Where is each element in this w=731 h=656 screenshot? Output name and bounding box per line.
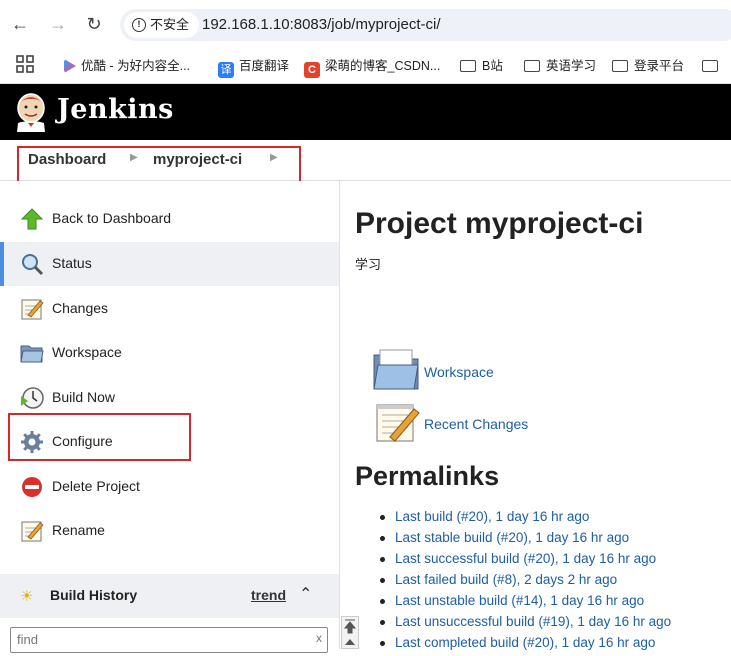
bookmark-label: 百度翻译 bbox=[239, 59, 290, 73]
page-title: Project myproject-ci bbox=[355, 207, 644, 240]
permalinks-title: Permalinks bbox=[355, 461, 500, 491]
youku-icon bbox=[64, 59, 76, 73]
workspace-link[interactable]: Workspace bbox=[424, 364, 494, 380]
sidebar-item-status[interactable]: Status bbox=[0, 242, 339, 286]
sidebar-item-label: Status bbox=[52, 255, 92, 271]
folder-icon bbox=[612, 60, 628, 72]
bookmark-label: 优酷 - 为好内容全... bbox=[81, 59, 191, 73]
clear-icon[interactable]: x bbox=[316, 631, 322, 645]
annotation-box-configure bbox=[8, 413, 191, 461]
address-bar[interactable]: ! 不安全 192.168.1.10:8083/job/myproject-ci… bbox=[120, 9, 731, 41]
main-content: Project myproject-ci 学习 Workspace Recent… bbox=[340, 181, 731, 650]
arrow-right-icon[interactable]: → bbox=[46, 12, 70, 36]
clock-play-icon bbox=[21, 387, 44, 409]
folder-icon bbox=[460, 60, 476, 72]
build-history-title: Build History bbox=[50, 587, 138, 603]
bookmark-folder-bilibili[interactable]: B站 bbox=[460, 56, 503, 76]
bookmark-youku[interactable]: 优酷 - 为好内容全... bbox=[64, 56, 190, 76]
bookmark-label: 登录平台 bbox=[634, 59, 685, 73]
bookmarks-bar: 优酷 - 为好内容全... 译百度翻译 C 梁萌的博客_CSDN... B站 英语… bbox=[0, 48, 731, 84]
translate-icon: 译 bbox=[218, 62, 234, 78]
sidebar-item-label: Workspace bbox=[52, 344, 122, 360]
sidebar-item-label: Back to Dashboard bbox=[52, 210, 172, 226]
permalink-item[interactable]: Last failed build (#8), 2 days 2 hr ago bbox=[380, 572, 671, 593]
sidebar-item-delete-project[interactable]: Delete Project bbox=[0, 465, 339, 509]
sidebar-item-back-to-dashboard[interactable]: Back to Dashboard bbox=[0, 197, 339, 241]
bookmark-baidu-translate[interactable]: 译百度翻译 bbox=[218, 56, 290, 78]
security-chip[interactable]: ! 不安全 bbox=[124, 12, 200, 38]
folder-icon bbox=[20, 345, 44, 363]
build-history-find-input[interactable]: find x bbox=[10, 627, 328, 653]
magnifier-icon bbox=[22, 254, 44, 276]
permalink-item[interactable]: Last unsuccessful build (#19), 1 day 16 … bbox=[380, 614, 671, 635]
project-description: 学习 bbox=[355, 257, 382, 272]
sidebar-item-label: Delete Project bbox=[52, 478, 140, 494]
notepad-icon[interactable] bbox=[374, 399, 420, 445]
permalink-item[interactable]: Last completed build (#20), 1 day 16 hr … bbox=[380, 635, 671, 656]
permalinks-list: Last build (#20), 1 day 16 hr ago Last s… bbox=[380, 509, 671, 656]
notepad-icon bbox=[21, 299, 44, 320]
notepad-icon bbox=[21, 521, 44, 542]
sun-icon: ☀ bbox=[20, 588, 34, 605]
no-entry-icon bbox=[22, 477, 42, 497]
jenkins-title[interactable]: Jenkins bbox=[57, 94, 174, 125]
permalink-item[interactable]: Last stable build (#20), 1 day 16 hr ago bbox=[380, 530, 671, 551]
bookmark-folder-login[interactable]: 登录平台 bbox=[612, 56, 684, 76]
folder-icon bbox=[524, 60, 540, 72]
sidebar-item-label: Build Now bbox=[52, 389, 116, 405]
folder-icon bbox=[702, 60, 718, 72]
sidebar-item-label: Rename bbox=[52, 522, 105, 538]
sidebar-item-changes[interactable]: Changes bbox=[0, 287, 339, 331]
permalink-item[interactable]: Last unstable build (#14), 1 day 16 hr a… bbox=[380, 593, 671, 614]
bookmark-label: 梁萌的博客_CSDN... bbox=[325, 59, 441, 73]
up-arrow-icon bbox=[20, 208, 44, 230]
bookmark-folder-english[interactable]: 英语学习 bbox=[524, 56, 596, 76]
bookmark-label: 英语学习 bbox=[546, 59, 597, 73]
info-icon: ! bbox=[132, 18, 146, 32]
url-text[interactable]: 192.168.1.10:8083/job/myproject-ci/ bbox=[202, 9, 440, 41]
recent-changes-link[interactable]: Recent Changes bbox=[424, 416, 528, 432]
reload-icon[interactable]: ↻ bbox=[82, 12, 106, 36]
permalink-item[interactable]: Last build (#20), 1 day 16 hr ago bbox=[380, 509, 671, 530]
apps-grid-icon[interactable] bbox=[16, 55, 34, 75]
chevron-up-icon[interactable]: ⌃ bbox=[299, 584, 312, 604]
security-label: 不安全 bbox=[150, 17, 190, 32]
jenkins-logo-icon[interactable] bbox=[14, 92, 48, 132]
sidebar-item-label: Changes bbox=[52, 300, 109, 316]
bookmark-label: B站 bbox=[482, 59, 503, 73]
permalink-item[interactable]: Last successful build (#20), 1 day 16 hr… bbox=[380, 551, 671, 572]
find-placeholder: find bbox=[17, 632, 38, 647]
csdn-icon: C bbox=[304, 62, 320, 78]
bookmark-csdn[interactable]: C 梁萌的博客_CSDN... bbox=[304, 56, 441, 78]
jenkins-header: Jenkins bbox=[0, 84, 731, 140]
browser-toolbar: ← → ↻ ! 不安全 192.168.1.10:8083/job/myproj… bbox=[0, 0, 731, 48]
sidebar-item-workspace[interactable]: Workspace bbox=[0, 331, 339, 375]
trend-link[interactable]: trend bbox=[251, 587, 286, 603]
folder-icon[interactable] bbox=[372, 347, 420, 391]
bookmark-folder-more[interactable] bbox=[702, 56, 724, 76]
build-history-header: ☀ Build History trend ⌃ bbox=[0, 574, 339, 618]
arrow-left-icon[interactable]: ← bbox=[8, 12, 32, 36]
sidebar-item-rename[interactable]: Rename bbox=[0, 509, 339, 553]
